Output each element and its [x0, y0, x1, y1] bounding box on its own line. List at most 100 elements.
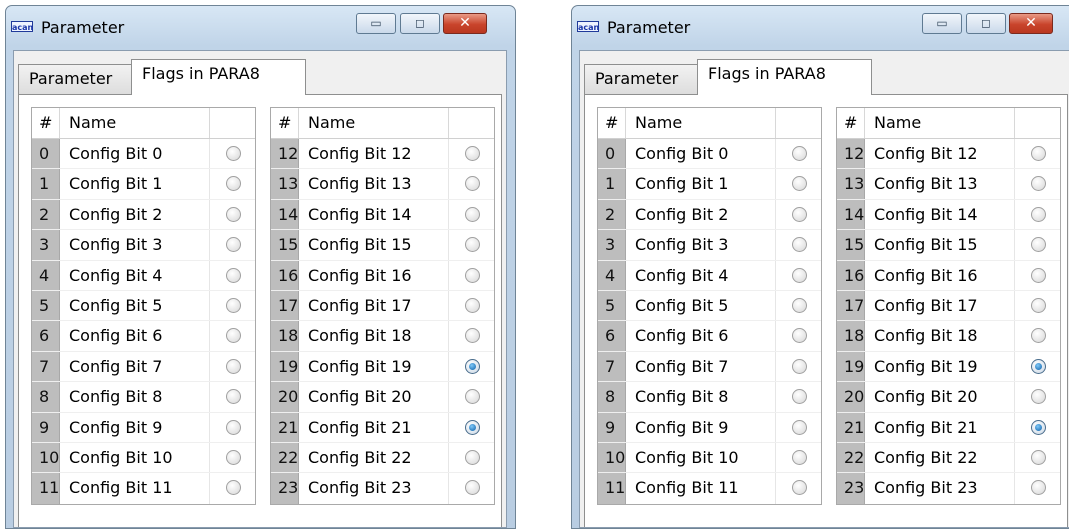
radio-unchecked-icon[interactable] [226, 267, 241, 283]
radio-unchecked-icon[interactable] [465, 449, 480, 465]
radio-checked-icon[interactable] [1031, 419, 1046, 435]
radio-unchecked-icon[interactable] [226, 206, 241, 222]
tab-flags-in-para8[interactable]: Flags in PARA8 [131, 59, 306, 95]
table-row[interactable]: 23 Config Bit 23 [271, 473, 494, 504]
radio-unchecked-icon[interactable] [226, 419, 241, 435]
radio-unchecked-icon[interactable] [1031, 297, 1046, 313]
table-row[interactable]: 16 Config Bit 16 [837, 260, 1060, 291]
radio-unchecked-icon[interactable] [792, 389, 807, 405]
table-row[interactable]: 11 Config Bit 11 [598, 473, 821, 504]
column-header-flag[interactable] [776, 108, 821, 138]
radio-unchecked-icon[interactable] [792, 176, 807, 192]
close-button[interactable]: ✕ [443, 13, 487, 34]
maximize-button[interactable]: ◻ [966, 13, 1006, 34]
table-row[interactable]: 2 Config Bit 2 [598, 199, 821, 231]
radio-unchecked-icon[interactable] [226, 449, 241, 465]
table-row[interactable]: 9 Config Bit 9 [32, 412, 255, 443]
column-header-number[interactable]: # [837, 108, 865, 138]
radio-unchecked-icon[interactable] [792, 237, 807, 253]
table-row[interactable]: 23 Config Bit 23 [837, 473, 1060, 504]
table-row[interactable]: 10 Config Bit 10 [32, 442, 255, 474]
table-row[interactable]: 20 Config Bit 20 [271, 382, 494, 413]
table-row[interactable]: 15 Config Bit 15 [837, 230, 1060, 261]
table-row[interactable]: 9 Config Bit 9 [598, 412, 821, 443]
radio-unchecked-icon[interactable] [465, 328, 480, 344]
minimize-button[interactable]: ▭ [356, 13, 396, 34]
radio-unchecked-icon[interactable] [226, 389, 241, 405]
radio-unchecked-icon[interactable] [1031, 237, 1046, 253]
table-row[interactable]: 2 Config Bit 2 [32, 199, 255, 231]
column-header-number[interactable]: # [598, 108, 626, 138]
tab-parameter[interactable]: Parameter [18, 64, 132, 94]
radio-unchecked-icon[interactable] [1031, 389, 1046, 405]
table-row[interactable]: 18 Config Bit 18 [837, 321, 1060, 352]
table-row[interactable]: 14 Config Bit 14 [271, 199, 494, 231]
radio-unchecked-icon[interactable] [792, 358, 807, 374]
table-row[interactable]: 8 Config Bit 8 [32, 382, 255, 413]
table-row[interactable]: 4 Config Bit 4 [598, 260, 821, 291]
column-header-name[interactable]: Name [626, 108, 776, 138]
radio-unchecked-icon[interactable] [1031, 206, 1046, 222]
maximize-button[interactable]: ◻ [400, 13, 440, 34]
table-row[interactable]: 1 Config Bit 1 [598, 169, 821, 200]
radio-unchecked-icon[interactable] [465, 176, 480, 192]
radio-unchecked-icon[interactable] [465, 146, 480, 161]
table-row[interactable]: 11 Config Bit 11 [32, 473, 255, 504]
radio-unchecked-icon[interactable] [792, 449, 807, 465]
radio-unchecked-icon[interactable] [1031, 267, 1046, 283]
table-row[interactable]: 8 Config Bit 8 [598, 382, 821, 413]
table-row[interactable]: 7 Config Bit 7 [32, 351, 255, 383]
radio-unchecked-icon[interactable] [226, 237, 241, 253]
table-row[interactable]: 19 Config Bit 19 [837, 351, 1060, 383]
radio-unchecked-icon[interactable] [226, 146, 241, 161]
table-row[interactable]: 21 Config Bit 21 [837, 412, 1060, 443]
table-row[interactable]: 20 Config Bit 20 [837, 382, 1060, 413]
radio-unchecked-icon[interactable] [465, 297, 480, 313]
column-header-flag[interactable] [449, 108, 494, 138]
table-row[interactable]: 17 Config Bit 17 [271, 290, 494, 322]
table-row[interactable]: 22 Config Bit 22 [271, 442, 494, 474]
table-row[interactable]: 4 Config Bit 4 [32, 260, 255, 291]
radio-unchecked-icon[interactable] [792, 297, 807, 313]
radio-unchecked-icon[interactable] [226, 297, 241, 313]
table-row[interactable]: 0 Config Bit 0 [32, 139, 255, 170]
table-row[interactable]: 21 Config Bit 21 [271, 412, 494, 443]
radio-unchecked-icon[interactable] [792, 480, 807, 496]
table-row[interactable]: 17 Config Bit 17 [837, 290, 1060, 322]
table-row[interactable]: 6 Config Bit 6 [598, 321, 821, 352]
table-row[interactable]: 18 Config Bit 18 [271, 321, 494, 352]
column-header-number[interactable]: # [271, 108, 299, 138]
radio-unchecked-icon[interactable] [792, 267, 807, 283]
radio-unchecked-icon[interactable] [792, 206, 807, 222]
column-header-name[interactable]: Name [60, 108, 210, 138]
radio-checked-icon[interactable] [1031, 358, 1046, 374]
table-row[interactable]: 3 Config Bit 3 [32, 230, 255, 261]
radio-unchecked-icon[interactable] [465, 237, 480, 253]
radio-unchecked-icon[interactable] [1031, 146, 1046, 161]
table-row[interactable]: 10 Config Bit 10 [598, 442, 821, 474]
radio-checked-icon[interactable] [465, 358, 480, 374]
tab-parameter[interactable]: Parameter [584, 64, 698, 94]
radio-unchecked-icon[interactable] [1031, 328, 1046, 344]
table-row[interactable]: 13 Config Bit 13 [837, 169, 1060, 200]
radio-unchecked-icon[interactable] [1031, 176, 1046, 192]
radio-unchecked-icon[interactable] [226, 480, 241, 496]
table-row[interactable]: 3 Config Bit 3 [598, 230, 821, 261]
table-row[interactable]: 5 Config Bit 5 [32, 290, 255, 322]
radio-unchecked-icon[interactable] [226, 176, 241, 192]
radio-unchecked-icon[interactable] [226, 328, 241, 344]
radio-unchecked-icon[interactable] [792, 328, 807, 344]
column-header-flag[interactable] [1015, 108, 1060, 138]
radio-unchecked-icon[interactable] [465, 267, 480, 283]
radio-unchecked-icon[interactable] [465, 389, 480, 405]
close-button[interactable]: ✕ [1009, 13, 1053, 34]
table-row[interactable]: 13 Config Bit 13 [271, 169, 494, 200]
table-row[interactable]: 12 Config Bit 12 [271, 139, 494, 170]
column-header-name[interactable]: Name [865, 108, 1015, 138]
radio-unchecked-icon[interactable] [465, 480, 480, 496]
table-row[interactable]: 0 Config Bit 0 [598, 139, 821, 170]
radio-unchecked-icon[interactable] [226, 358, 241, 374]
radio-unchecked-icon[interactable] [1031, 449, 1046, 465]
table-row[interactable]: 19 Config Bit 19 [271, 351, 494, 383]
table-row[interactable]: 1 Config Bit 1 [32, 169, 255, 200]
